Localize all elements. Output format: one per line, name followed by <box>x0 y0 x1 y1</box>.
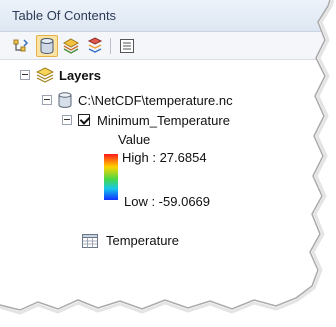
collapse-icon[interactable] <box>42 95 52 105</box>
table-name-label: Temperature <box>106 233 179 248</box>
list-by-drawing-order-button[interactable] <box>10 35 32 57</box>
list-by-drawing-order-icon <box>13 39 29 52</box>
panel-titlebar: Table Of Contents <box>0 0 336 32</box>
layers-icon <box>36 67 54 83</box>
legend-low-label: Low : -59.0669 <box>124 194 211 209</box>
legend-field-label: Value <box>118 132 151 147</box>
list-by-source-button[interactable] <box>36 35 58 57</box>
list-by-source-icon <box>40 38 54 55</box>
options-button[interactable] <box>116 35 138 57</box>
color-ramp-swatch <box>104 154 118 200</box>
toc-toolbar <box>0 32 336 60</box>
tree-node-table[interactable]: Temperature <box>82 233 179 248</box>
table-icon <box>82 233 98 248</box>
options-icon <box>120 39 134 53</box>
database-icon <box>58 92 72 108</box>
layers-label: Layers <box>59 67 101 83</box>
layer-visibility-checkbox[interactable] <box>78 114 90 126</box>
collapse-icon[interactable] <box>20 70 30 80</box>
list-by-selection-button[interactable] <box>84 35 106 57</box>
panel-title: Table Of Contents <box>12 8 117 23</box>
list-by-visibility-button[interactable] <box>60 35 82 57</box>
toolbar-separator <box>110 38 111 54</box>
layer-tree: Layers C:\NetCDF\temperature.nc Minimum_… <box>0 60 336 327</box>
list-by-selection-icon <box>87 37 103 53</box>
tree-node-layer[interactable]: Minimum_Temperature <box>62 110 230 130</box>
tree-node-layers[interactable]: Layers <box>20 65 101 85</box>
table-of-contents-panel: Table Of Contents Layers C:\NetCDF\tempe… <box>0 0 336 327</box>
collapse-icon[interactable] <box>62 115 72 125</box>
tree-node-source[interactable]: C:\NetCDF\temperature.nc <box>42 90 233 110</box>
source-path-label: C:\NetCDF\temperature.nc <box>78 92 233 108</box>
legend-high-label: High : 27.6854 <box>122 150 207 165</box>
list-by-visibility-icon <box>62 38 80 54</box>
layer-name-label: Minimum_Temperature <box>97 112 230 128</box>
